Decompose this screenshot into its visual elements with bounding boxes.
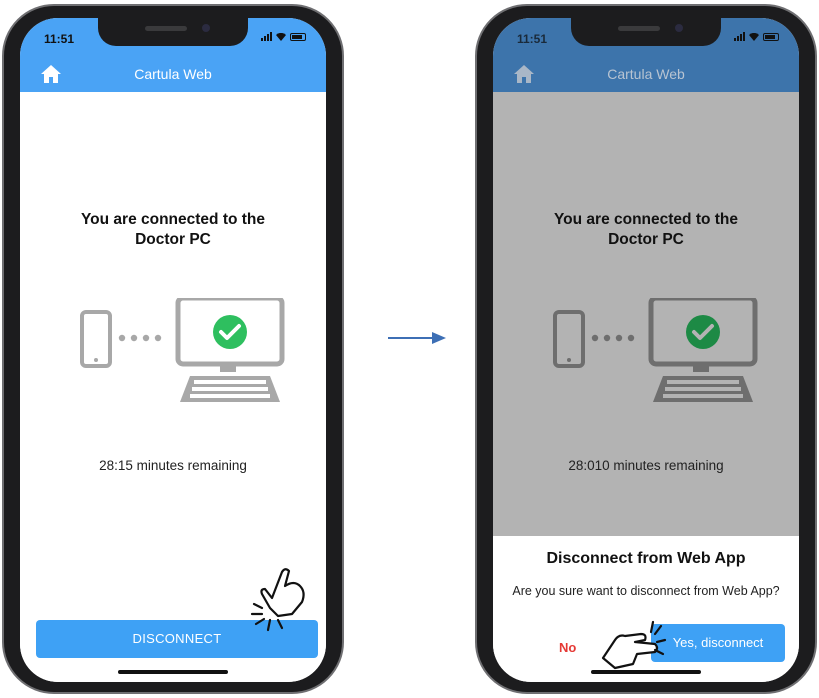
dots-icon — [118, 334, 162, 342]
app-title: Cartula Web — [134, 66, 212, 82]
time-remaining: 28:15 minutes remaining — [99, 458, 247, 473]
app-title: Cartula Web — [607, 66, 685, 82]
yes-disconnect-button[interactable]: Yes, disconnect — [651, 624, 785, 662]
phone-icon — [553, 310, 585, 368]
dialog-message: Are you sure want to disconnect from Web… — [512, 584, 780, 598]
signal-icon — [734, 32, 745, 41]
time-remaining: 28:010 minutes remaining — [568, 458, 724, 473]
tap-hand-icon — [250, 568, 305, 632]
notch — [98, 18, 248, 46]
connect-line-2: Doctor PC — [608, 231, 684, 248]
connect-line-1: You are connected to the — [553, 211, 739, 228]
battery-icon — [763, 33, 779, 41]
screen-right: You are connected to the Doctor PC 28:01… — [493, 18, 799, 682]
dots-icon — [591, 334, 635, 342]
status-icons — [734, 32, 779, 41]
connection-illustration — [553, 298, 758, 402]
phone-right: You are connected to the Doctor PC 28:01… — [475, 4, 817, 694]
dialog-title: Disconnect from Web App — [546, 550, 746, 567]
connect-line-1: You are connected to the — [80, 211, 266, 228]
computer-icon — [648, 298, 758, 402]
tap-hand-icon — [601, 620, 667, 670]
battery-icon — [290, 33, 306, 41]
wifi-icon — [749, 33, 759, 41]
status-icons — [261, 32, 306, 41]
connection-status-text: You are connected to the Doctor PC — [493, 210, 799, 250]
computer-icon — [175, 298, 285, 402]
status-time: 11:51 — [44, 32, 75, 46]
check-icon — [686, 315, 720, 349]
notch — [571, 18, 721, 46]
connection-status-text: You are connected to the Doctor PC — [20, 210, 326, 250]
connect-line-2: Doctor PC — [135, 231, 211, 248]
phone-icon — [80, 310, 112, 368]
wifi-icon — [276, 33, 286, 41]
status-time: 11:51 — [517, 32, 548, 46]
check-icon — [213, 315, 247, 349]
no-button[interactable]: No — [559, 640, 576, 655]
signal-icon — [261, 32, 272, 41]
phone-left: You are connected to the Doctor PC 28:15… — [2, 4, 344, 694]
arrow-right-icon — [388, 332, 446, 344]
connection-illustration — [80, 298, 285, 402]
home-indicator — [118, 670, 228, 674]
